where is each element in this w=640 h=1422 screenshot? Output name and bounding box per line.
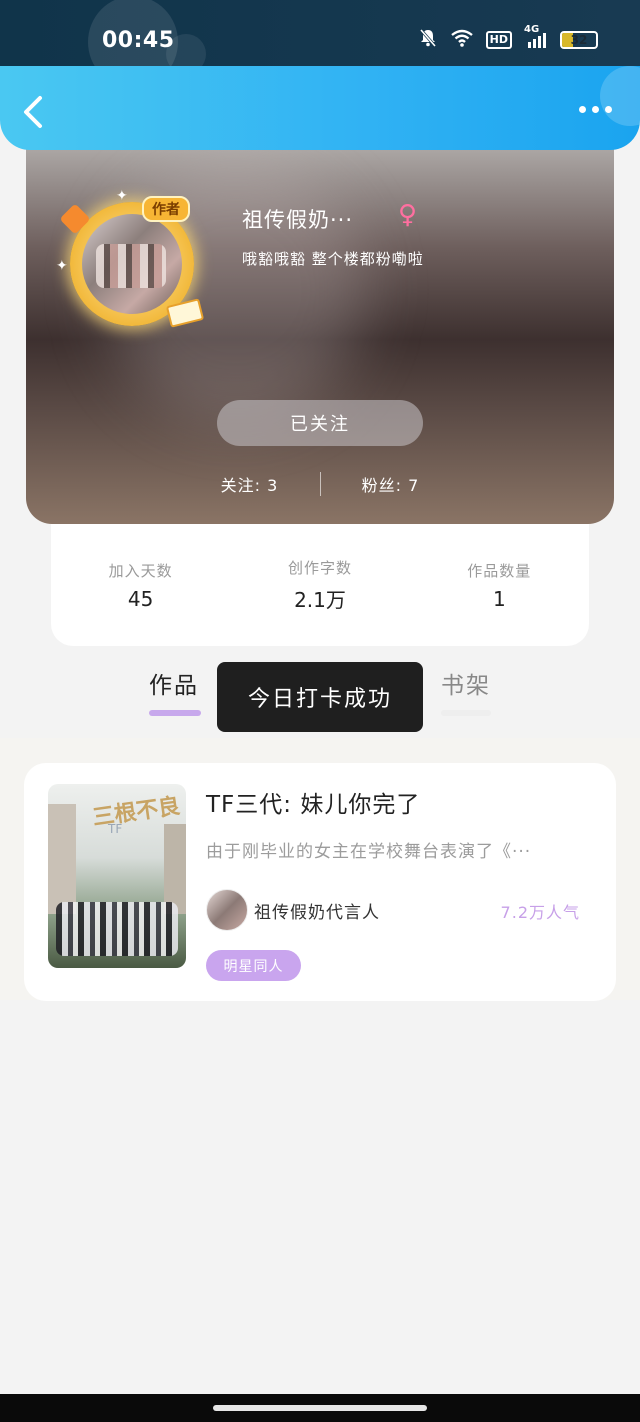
header-bubble-decoration xyxy=(600,66,640,126)
checkin-toast: 今日打卡成功 xyxy=(217,662,423,732)
sparkle-icon: ✦ xyxy=(56,258,68,274)
genre-tag[interactable]: 明星同人 xyxy=(206,950,301,981)
battery-icon: 32 xyxy=(560,31,598,49)
avatar xyxy=(82,214,182,314)
author-avatar-frame[interactable]: ✦ ✦ 作者 xyxy=(56,188,205,328)
status-time: 00:45 xyxy=(102,28,175,53)
chevron-left-icon xyxy=(24,96,42,128)
more-options-button[interactable] xyxy=(579,106,612,113)
status-icons: HD 4G 32 xyxy=(418,24,598,52)
gem-decoration-icon xyxy=(59,203,91,235)
cover-building xyxy=(48,804,76,914)
username: 祖传假奶··· xyxy=(242,208,354,232)
wifi-icon xyxy=(450,28,474,52)
cover-group-photo xyxy=(56,902,178,956)
work-cover-image[interactable]: 三根不良 TF xyxy=(48,784,186,968)
system-navigation-bar xyxy=(0,1394,640,1422)
work-author-name: 祖传假奶代言人 xyxy=(254,902,380,923)
battery-level: 32 xyxy=(570,33,588,47)
avatar xyxy=(206,889,248,931)
stat-value: 2.1万 xyxy=(294,588,346,612)
status-bar: 00:45 HD 4G 32 xyxy=(0,0,640,88)
stat-word-count: 创作字数 2.1万 xyxy=(250,557,390,613)
app-header xyxy=(0,66,640,150)
stat-value: 1 xyxy=(492,586,506,611)
more-dot xyxy=(605,106,612,113)
follow-stats: 关注: 3 粉丝: 7 xyxy=(26,472,614,496)
stat-label: 作品数量 xyxy=(467,561,532,580)
tab-active-indicator xyxy=(149,710,201,716)
more-dot xyxy=(592,106,599,113)
follow-button[interactable]: 已关注 xyxy=(217,400,423,446)
author-badge: 作者 xyxy=(142,196,190,222)
tab-inactive-indicator xyxy=(441,710,491,716)
stat-label: 创作字数 xyxy=(287,559,352,577)
stat-value: 45 xyxy=(127,586,154,611)
mute-bell-icon xyxy=(418,28,438,52)
stat-join-days: 加入天数 45 xyxy=(71,560,211,611)
work-author-row: 祖传假奶代言人 xyxy=(206,889,380,931)
work-description: 由于刚毕业的女主在学校舞台表演了《··· xyxy=(206,842,532,862)
tab-works[interactable]: 作品 xyxy=(149,666,199,700)
more-dots-icon xyxy=(579,106,586,113)
author-stats-card: 加入天数 45 创作字数 2.1万 作品数量 1 xyxy=(51,524,589,646)
stat-work-count: 作品数量 1 xyxy=(429,560,569,611)
work-title[interactable]: TF三代: 妹儿你完了 xyxy=(206,785,420,819)
cover-subtitle-art: TF xyxy=(108,822,123,836)
back-button[interactable] xyxy=(18,92,52,132)
tab-bookshelf[interactable]: 书架 xyxy=(441,666,491,700)
signal-icon: 4G xyxy=(524,24,548,50)
sparkle-icon: ✦ xyxy=(116,188,128,204)
following-count[interactable]: 关注: 3 xyxy=(180,472,320,496)
work-popularity: 7.2万人气 xyxy=(500,903,580,922)
female-gender-icon: ♀ xyxy=(398,200,418,230)
home-indicator[interactable] xyxy=(213,1405,427,1411)
work-card[interactable]: 三根不良 TF TF三代: 妹儿你完了 由于刚毕业的女主在学校舞台表演了《···… xyxy=(24,763,616,1001)
hd-badge: HD xyxy=(485,31,512,49)
profile-signature: 哦豁哦豁 整个楼都粉嘞啦 xyxy=(242,250,424,268)
followers-count[interactable]: 粉丝: 7 xyxy=(321,472,461,496)
profile-card: ✦ ✦ 作者 祖传假奶··· ♀ 哦豁哦豁 整个楼都粉嘞啦 已关注 关注: 3 … xyxy=(26,140,614,524)
stat-label: 加入天数 xyxy=(108,561,173,580)
cover-building xyxy=(164,824,186,914)
